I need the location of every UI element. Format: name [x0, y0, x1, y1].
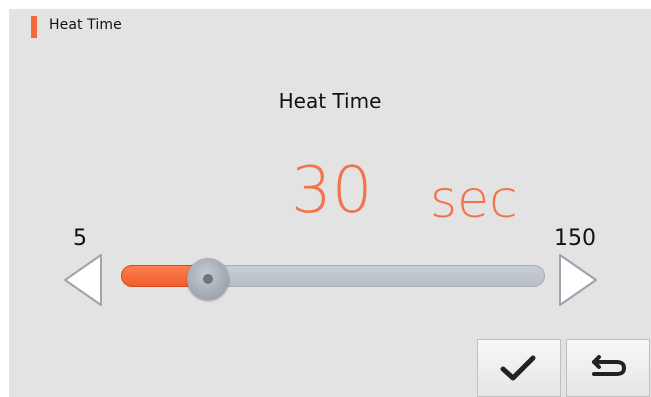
- value-number: 30: [291, 154, 373, 228]
- confirm-button[interactable]: [477, 339, 561, 397]
- slider-thumb[interactable]: [187, 258, 229, 300]
- screen: Heat Time Heat Time 30 sec 5 150: [9, 9, 651, 397]
- header-bar: Heat Time: [9, 9, 651, 43]
- back-button[interactable]: [566, 339, 650, 397]
- min-label: 5: [73, 226, 87, 251]
- return-arrow-icon: [592, 355, 626, 376]
- value-unit: sec: [430, 170, 518, 230]
- right-arrow-icon: [559, 254, 597, 306]
- checkmark-icon: [500, 355, 536, 381]
- header-title: Heat Time: [49, 17, 122, 33]
- slider-thumb-dot: [203, 274, 213, 284]
- increase-button[interactable]: [554, 251, 602, 309]
- header-accent-bar: [31, 16, 37, 38]
- decrease-button[interactable]: [59, 251, 107, 309]
- max-label: 150: [554, 226, 596, 251]
- left-arrow-icon: [64, 254, 102, 306]
- setting-label: Heat Time: [278, 89, 382, 113]
- heat-time-slider[interactable]: [121, 258, 545, 300]
